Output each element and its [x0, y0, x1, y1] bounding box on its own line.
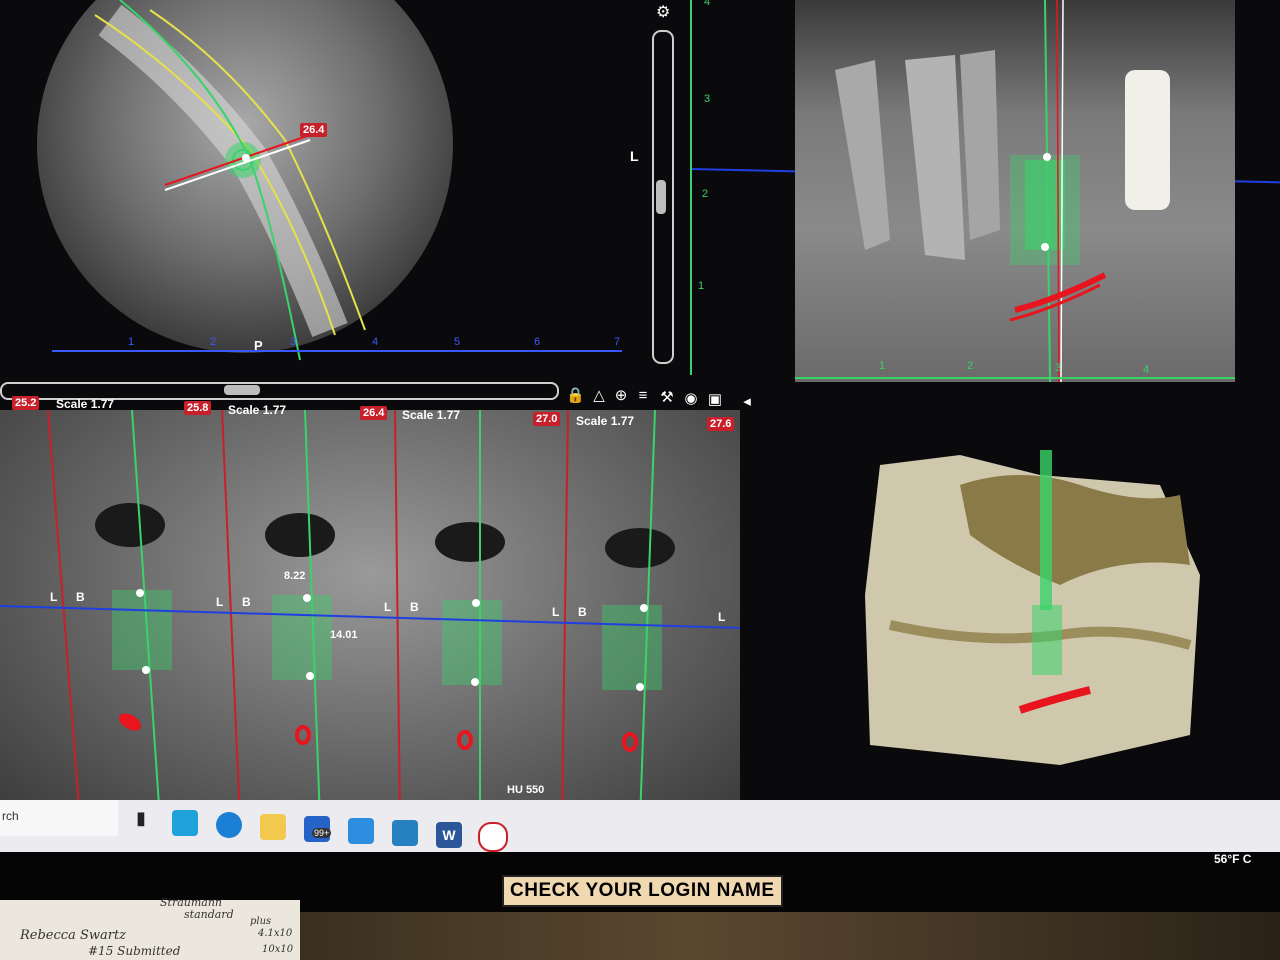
scrollbar-thumb[interactable]: [224, 385, 260, 395]
label-l: L: [50, 590, 58, 604]
axial-ruler-label: 6: [534, 336, 541, 348]
axial-ruler-label: 2: [210, 336, 217, 348]
label-b: B: [410, 600, 419, 614]
scale-label: Scale 1.77: [576, 414, 635, 428]
desk-surface: [300, 912, 1280, 960]
slice-number: 26.4: [360, 406, 388, 420]
hu-label: HU 550: [507, 784, 545, 796]
label-l: L: [384, 600, 392, 614]
width-measurement: 14.01: [330, 629, 358, 641]
scale-label: Scale 1.77: [56, 397, 115, 411]
vertical-ruler-label: 3: [704, 93, 711, 105]
vertical-ruler-label: 1: [698, 280, 705, 292]
label-l: L: [718, 610, 726, 624]
window-icon[interactable]: ▣: [706, 391, 724, 409]
label-b: B: [76, 590, 85, 604]
widgets-icon[interactable]: [172, 810, 198, 836]
handwritten-note: Straumann standard plus Rebecca Swartz 4…: [0, 896, 300, 960]
slice-number: 25.8: [184, 401, 212, 415]
rotate-icon[interactable]: ⚙: [656, 2, 676, 22]
label-b: B: [242, 595, 251, 609]
axial-ruler-label: P: [254, 338, 263, 353]
slice-number: 25.2: [12, 396, 40, 410]
implant-icon[interactable]: ≡: [634, 387, 652, 405]
arrow-icon[interactable]: ◂: [738, 393, 756, 411]
cross-sections-panel[interactable]: [0, 410, 740, 820]
task-view-icon[interactable]: ▮: [128, 808, 154, 834]
scrollbar-thumb[interactable]: [656, 180, 666, 214]
mail-icon[interactable]: 99+: [304, 816, 332, 842]
pano-image: [795, 0, 1235, 382]
pano-ruler-label: 1: [879, 360, 886, 372]
vertical-ruler-label: 4: [704, 0, 711, 8]
axial-image: [37, 0, 453, 361]
axial-ruler-label: 1: [128, 336, 135, 348]
login-sticker: CHECK YOUR LOGIN NAME: [502, 875, 783, 907]
vertical-ruler: [690, 0, 692, 375]
note-line: Rebecca Swartz: [20, 928, 127, 943]
axial-view[interactable]: 26.4 1 2 P 3 4 5 6 7: [0, 0, 640, 370]
wrench-icon[interactable]: ⚒: [658, 389, 676, 407]
dental-app-icon[interactable]: [478, 822, 508, 852]
label-l: L: [552, 605, 560, 619]
axial-ruler-label: 3: [290, 336, 297, 348]
cross-sections-image: [0, 410, 740, 820]
file-explorer-icon[interactable]: [260, 814, 286, 840]
note-line: 10x10: [262, 944, 294, 955]
axial-ruler-label: 4: [372, 336, 379, 348]
label-l: L: [216, 595, 224, 609]
3d-bone-model: [865, 450, 1200, 765]
slice-number: 27.6: [707, 417, 735, 431]
search-box[interactable]: rch: [0, 800, 118, 836]
app-icon[interactable]: [348, 818, 374, 844]
pano-ruler-label: 4: [1143, 364, 1150, 376]
3d-view[interactable]: [860, 445, 1210, 775]
notification-badge: 99+: [312, 828, 332, 838]
axial-ruler-label: 7: [614, 336, 621, 348]
scale-label: Scale 1.77: [228, 403, 287, 417]
note-line: plus: [250, 916, 272, 927]
search-text: rch: [2, 809, 19, 823]
axial-ruler-label: 5: [454, 336, 461, 348]
axial-ruler: [52, 350, 622, 360]
weather-widget[interactable]: 56°F C: [1214, 852, 1251, 866]
note-line: standard: [184, 908, 234, 921]
pano-view[interactable]: 1 2 3 4: [795, 0, 1235, 382]
lock-icon[interactable]: 🔒: [566, 387, 585, 405]
pano-ruler-label: 3: [1055, 362, 1062, 374]
axial-measure-label: 26.4: [300, 123, 328, 137]
flip-icon[interactable]: △: [590, 387, 608, 405]
edge-icon[interactable]: [216, 812, 242, 838]
note-line: 4.1x10: [258, 928, 293, 939]
scale-label: Scale 1.77: [402, 408, 461, 422]
side-label-l: L: [630, 148, 639, 164]
camera-icon[interactable]: ◉: [682, 390, 700, 408]
network-app-icon[interactable]: [392, 820, 418, 846]
height-measurement: 8.22: [284, 570, 306, 582]
pano-ruler-label: 2: [967, 360, 974, 372]
slice-number: 27.0: [533, 412, 561, 426]
note-line: #15 Submitted: [88, 944, 181, 958]
label-b: B: [578, 605, 587, 619]
vertical-ruler-label: 2: [702, 188, 709, 200]
word-icon[interactable]: W: [436, 822, 462, 848]
tooth-icon[interactable]: ⊕: [612, 387, 630, 405]
vertical-scrollbar[interactable]: [652, 30, 674, 364]
